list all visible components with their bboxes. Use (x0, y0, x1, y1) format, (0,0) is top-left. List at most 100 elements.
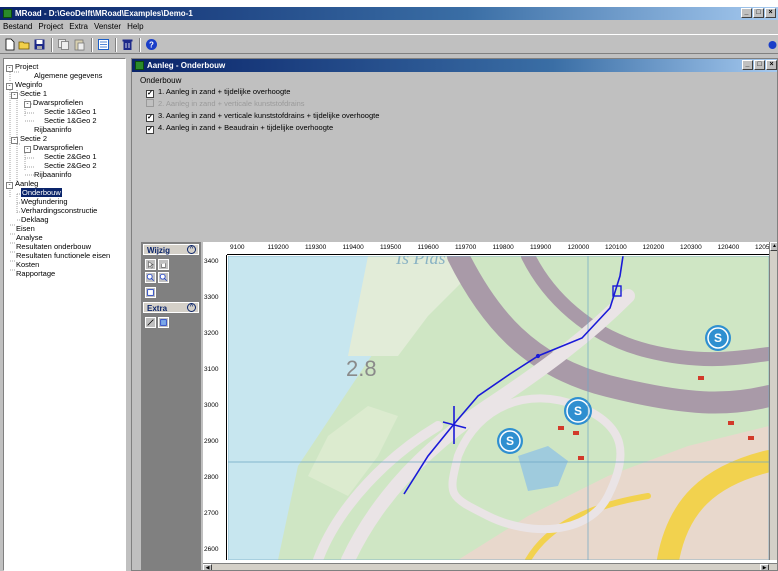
tree-item[interactable]: - Weginfo (6, 80, 42, 90)
map-canvas[interactable]: S S S 2.8 Is Plas (228, 256, 769, 560)
ruler-x-label: 119700 (455, 244, 477, 251)
child-close-button[interactable]: × (766, 60, 777, 70)
ruler-x-label: 119200 (267, 244, 289, 251)
tree-item[interactable]: Verhardingsconstructie (21, 206, 97, 215)
option-3-checkbox[interactable]: ✓ 3. Aanleg in zand + verticale kunststof… (146, 111, 379, 122)
tree-item[interactable]: Resultaten onderbouw (16, 242, 91, 251)
tree-item[interactable]: - Project (6, 62, 38, 72)
tree-item-label: Onderbouw (21, 188, 62, 197)
properties-icon[interactable] (97, 38, 110, 51)
app-icon (3, 9, 12, 18)
select-tool-icon[interactable] (145, 259, 156, 270)
tree-item[interactable]: - Aanleg (6, 179, 38, 189)
zoom-in-icon[interactable] (145, 272, 156, 283)
scroll-right-icon[interactable]: ▶ (760, 564, 769, 570)
zoom-extent-icon[interactable] (145, 287, 156, 298)
map-horizontal-scrollbar[interactable]: ◀ ▶ (203, 563, 777, 570)
tree-item[interactable]: Sectie 1&Geo 1 (44, 107, 97, 116)
option-4-checkbox[interactable]: ✓ 4. Aanleg in zand + Beaudrain + tijdeli… (146, 123, 333, 134)
tree-expander-icon[interactable]: - (24, 101, 31, 108)
ruler-x-label: 9100 (230, 244, 245, 251)
scroll-up-icon[interactable]: ▲ (770, 242, 777, 251)
tree-expander-icon[interactable]: - (11, 92, 18, 99)
paste-icon[interactable] (73, 38, 86, 51)
pan-tool-icon[interactable] (158, 259, 169, 270)
tree-item-label: Rijbaaninfo (34, 170, 72, 179)
tree-item[interactable]: Onderbouw (21, 188, 62, 197)
save-icon[interactable] (33, 38, 46, 51)
map-view[interactable]: 9100 119200 119300 119400 119500 119600 119700… (203, 242, 777, 570)
wijzig-label: Wijzig (147, 246, 171, 255)
menu-bar: Bestand Project Extra Venster Help (0, 21, 778, 33)
tree-item[interactable]: Rijbaaninfo (34, 170, 72, 179)
tree-item-label: Sectie 2&Geo 2 (44, 161, 97, 170)
wijzig-panel-header[interactable]: Wijzig ^ (143, 244, 199, 255)
child-titlebar[interactable]: Aanleg - Onderbouw _ □ × (132, 59, 777, 72)
tree-item[interactable]: Sectie 1&Geo 2 (44, 116, 97, 125)
ruler-x: 9100 119200 119300 119400 119500 119600 119700… (227, 242, 777, 255)
menu-bestand[interactable]: Bestand (0, 21, 35, 33)
tree-item[interactable]: Sectie 2&Geo 1 (44, 152, 97, 161)
tree-expander-icon[interactable]: - (24, 146, 31, 153)
copy-icon[interactable] (57, 38, 70, 51)
minimize-button[interactable]: _ (741, 8, 752, 18)
tree-item-label: Sectie 1&Geo 1 (44, 107, 97, 116)
tree-expander-icon[interactable]: - (6, 182, 13, 189)
app-titlebar[interactable]: MRoad - D:\GeoDelft\MRoad\Examples\Demo-… (0, 7, 778, 20)
tree-item[interactable]: - Sectie 1 (11, 89, 47, 99)
tree-item-label: Rapportage (16, 269, 56, 278)
menu-project[interactable]: Project (35, 21, 66, 33)
zoom-out-icon[interactable] (158, 272, 169, 283)
open-icon[interactable] (18, 38, 31, 51)
child-minimize-button[interactable]: _ (742, 60, 753, 70)
menu-extra[interactable]: Extra (66, 21, 91, 33)
tree-item[interactable]: Deklaag (21, 215, 49, 224)
tree-item[interactable]: Wegfundering (21, 197, 68, 206)
tree-item[interactable]: - Dwarsprofielen (24, 143, 84, 153)
child-app-icon (135, 61, 144, 70)
maximize-button[interactable]: □ (753, 8, 764, 18)
scroll-left-icon[interactable]: ◀ (203, 564, 212, 570)
option-1-label: 1. Aanleg in zand + tijdelijke overhoogt… (158, 87, 291, 96)
ruler-x-label: 119400 (342, 244, 364, 251)
topographic-map[interactable]: S S S 2.8 Is Plas (228, 256, 769, 560)
collapse-icon[interactable]: ^ (187, 303, 196, 312)
tree-item[interactable]: Analyse (16, 233, 43, 242)
tree-item[interactable]: - Dwarsprofielen (24, 98, 83, 108)
ruler-y-label: 3000 (204, 402, 219, 409)
child-maximize-button[interactable]: □ (754, 60, 765, 70)
tree-item[interactable]: Resultaten functionele eisen (16, 251, 110, 260)
checkbox-mark[interactable]: ✓ (146, 114, 154, 122)
tree-expander-icon[interactable]: - (6, 65, 13, 72)
tree-item-label: Sectie 2 (20, 134, 48, 143)
tree-item[interactable]: Sectie 2&Geo 2 (44, 161, 97, 170)
tree-item[interactable]: Rijbaaninfo (34, 125, 72, 134)
onderbouw-group: Onderbouw ✓ 1. Aanleg in zand + tijdelijk… (140, 76, 475, 148)
menu-help[interactable]: Help (124, 21, 146, 33)
collapse-icon[interactable]: ^ (187, 245, 196, 254)
delete-icon[interactable] (121, 38, 134, 51)
layers-icon[interactable] (158, 317, 169, 328)
map-vertical-scrollbar[interactable]: ▲ (769, 242, 777, 560)
menu-venster[interactable]: Venster (91, 21, 124, 33)
close-button[interactable]: × (765, 8, 776, 18)
tree-item[interactable]: Kosten (16, 260, 39, 269)
tree-item-label: Dwarsprofielen (33, 143, 84, 152)
tree-item[interactable]: - Sectie 2 (11, 134, 48, 144)
ruler-x-label: 119800 (492, 244, 514, 251)
map-badge-label: S (574, 404, 582, 418)
ruler-x-label: 120400 (717, 244, 740, 251)
tree-item-label: Wegfundering (21, 197, 68, 206)
pane-splitter[interactable] (132, 233, 777, 237)
checkbox-mark[interactable]: ✓ (146, 126, 154, 134)
tree-item[interactable]: Algemene gegevens (34, 71, 102, 80)
measure-tool-icon[interactable] (145, 317, 156, 328)
help-icon[interactable]: ? (145, 38, 158, 51)
tree-item[interactable]: Eisen (16, 224, 35, 233)
checkbox-mark[interactable]: ✓ (146, 90, 154, 98)
option-1-checkbox[interactable]: ✓ 1. Aanleg in zand + tijdelijke overhoog… (146, 87, 290, 98)
extra-panel-header[interactable]: Extra ^ (143, 302, 199, 313)
new-icon[interactable] (3, 38, 16, 51)
tree-item[interactable]: Rapportage (16, 269, 55, 278)
tree-expander-icon[interactable]: - (11, 137, 18, 144)
